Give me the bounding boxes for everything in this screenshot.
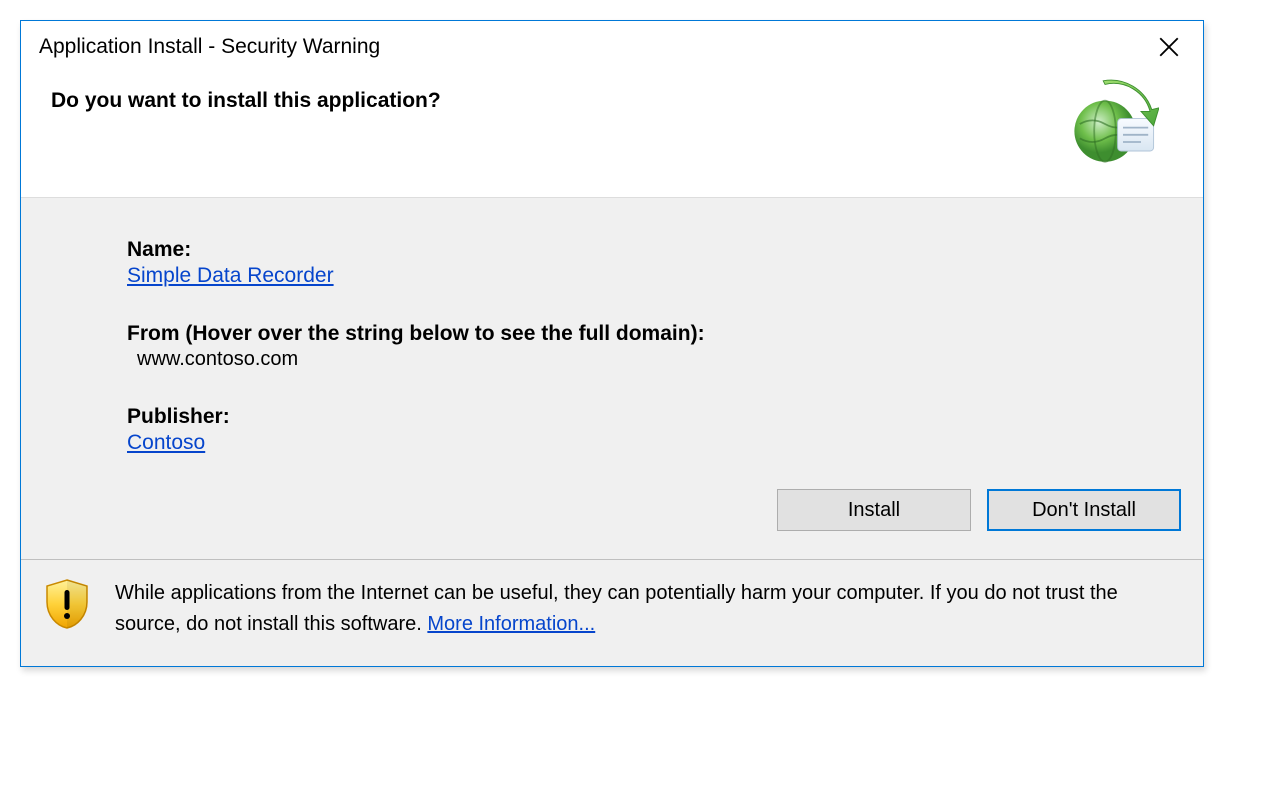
- more-information-link[interactable]: More Information...: [427, 613, 595, 635]
- dialog-body: Name: Simple Data Recorder From (Hover o…: [21, 197, 1203, 559]
- button-row: Install Don't Install: [21, 489, 1203, 531]
- publisher-field: Publisher: Contoso: [21, 405, 1203, 455]
- application-name-link[interactable]: Simple Data Recorder: [127, 264, 334, 288]
- install-globe-icon: [1069, 79, 1159, 169]
- dialog-header: Do you want to install this application?: [21, 69, 1203, 197]
- from-field: From (Hover over the string below to see…: [21, 322, 1203, 371]
- from-domain: www.contoso.com: [137, 348, 1203, 371]
- name-label: Name:: [127, 238, 1203, 262]
- dialog-footer: While applications from the Internet can…: [21, 559, 1203, 666]
- publisher-link[interactable]: Contoso: [127, 431, 205, 455]
- install-question: Do you want to install this application?: [51, 89, 441, 113]
- security-warning-dialog: Application Install - Security Warning D…: [20, 20, 1204, 667]
- dialog-title: Application Install - Security Warning: [39, 35, 380, 59]
- name-field: Name: Simple Data Recorder: [21, 238, 1203, 288]
- from-label: From (Hover over the string below to see…: [127, 322, 1203, 346]
- footer-warning: While applications from the Internet can…: [115, 578, 1177, 640]
- dont-install-button[interactable]: Don't Install: [987, 489, 1181, 531]
- titlebar: Application Install - Security Warning: [21, 21, 1203, 69]
- install-button[interactable]: Install: [777, 489, 971, 531]
- close-button[interactable]: [1149, 31, 1189, 63]
- footer-warning-text: While applications from the Internet can…: [115, 582, 1118, 635]
- close-icon: [1159, 37, 1179, 57]
- publisher-label: Publisher:: [127, 405, 1203, 429]
- shield-warning-icon: [43, 578, 91, 630]
